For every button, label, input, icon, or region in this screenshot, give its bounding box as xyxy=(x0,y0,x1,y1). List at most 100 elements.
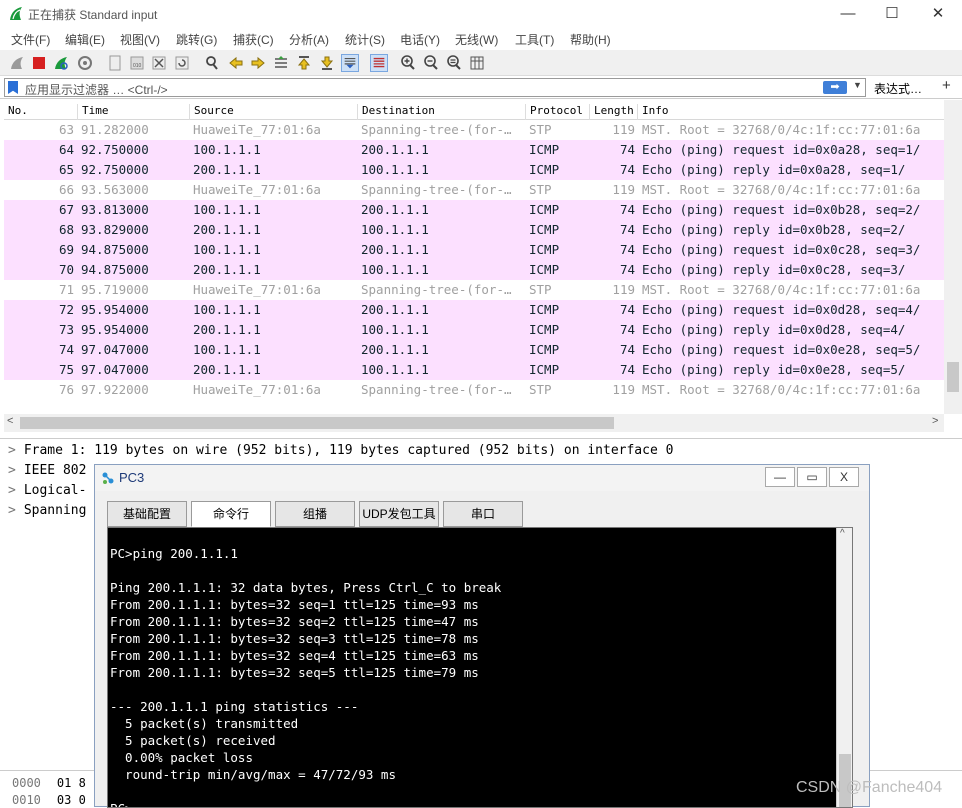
column-protocol[interactable]: Protocol xyxy=(525,104,583,120)
tab-udp-tool[interactable]: UDP发包工具 xyxy=(359,501,439,527)
packet-cell-no: 65 xyxy=(58,162,74,177)
pc3-close-button[interactable]: X xyxy=(829,467,859,487)
expression-button[interactable]: 表达式… xyxy=(874,80,922,97)
packet-cell-no: 76 xyxy=(58,382,74,397)
expand-chevron-icon[interactable]: > xyxy=(8,483,16,498)
close-button[interactable]: ✕ xyxy=(924,4,952,24)
scroll-thumb[interactable] xyxy=(20,417,614,429)
menu-tools[interactable]: 工具(T) xyxy=(515,31,554,48)
detail-stp[interactable]: > Spanning xyxy=(8,501,86,521)
scroll-up-icon[interactable]: ^ xyxy=(840,528,845,539)
minimize-button[interactable]: — xyxy=(834,4,862,24)
packet-row[interactable]: 76 97.922000 HuaweiTe_77:01:6a Spanning-tre… xyxy=(4,380,944,400)
menu-file[interactable]: 文件(F) xyxy=(11,31,50,48)
restart-capture-icon[interactable] xyxy=(52,54,70,72)
scroll-thumb[interactable] xyxy=(947,362,959,392)
menu-wireless[interactable]: 无线(W) xyxy=(455,31,498,48)
display-filter-input[interactable]: 应用显示过滤器 … <Ctrl-/> ➡ ▼ xyxy=(4,78,866,97)
packet-row[interactable]: 67 93.813000 100.1.1.1 200.1.1.1 ICMP 74 Echo … xyxy=(4,200,944,220)
packet-row[interactable]: 68 93.829000 200.1.1.1 100.1.1.1 ICMP 74 Echo … xyxy=(4,220,944,240)
column-no[interactable]: No. xyxy=(4,104,28,120)
colorize-icon[interactable] xyxy=(370,54,388,72)
packet-list-vscrollbar[interactable] xyxy=(944,100,962,414)
column-source[interactable]: Source xyxy=(189,104,234,120)
maximize-button[interactable]: ☐ xyxy=(878,4,906,24)
packet-cell-len: 74 xyxy=(619,142,635,157)
packet-cell-dst: 100.1.1.1 xyxy=(361,222,429,237)
detail-frame[interactable]: > Frame 1: 119 bytes on wire (952 bits), … xyxy=(8,441,673,461)
tab-basic-config[interactable]: 基础配置 xyxy=(107,501,187,527)
menu-statistics[interactable]: 统计(S) xyxy=(345,31,385,48)
packet-row[interactable]: 75 97.047000 200.1.1.1 100.1.1.1 ICMP 74 Echo … xyxy=(4,360,944,380)
packet-row[interactable]: 74 97.047000 100.1.1.1 200.1.1.1 ICMP 74 Echo … xyxy=(4,340,944,360)
column-time[interactable]: Time xyxy=(77,104,109,120)
zoom-out-icon[interactable] xyxy=(422,54,440,72)
find-packet-icon[interactable] xyxy=(203,54,221,72)
go-first-packet-icon[interactable] xyxy=(295,54,313,72)
packet-cell-info: Echo (ping) request id=0x0e28, seq=5/ xyxy=(642,342,921,357)
apply-filter-button[interactable]: ➡ xyxy=(823,81,847,94)
packet-cell-info: Echo (ping) reply id=0x0c28, seq=3/ xyxy=(642,262,906,277)
zoom-in-icon[interactable] xyxy=(399,54,417,72)
pc3-title-bar[interactable]: PC3 — ▭ X xyxy=(95,465,869,491)
packet-row[interactable]: 73 95.954000 200.1.1.1 100.1.1.1 ICMP 74 Echo … xyxy=(4,320,944,340)
packet-cell-len: 74 xyxy=(619,202,635,217)
start-capture-icon[interactable] xyxy=(8,54,26,72)
reload-file-icon[interactable] xyxy=(173,54,191,72)
resize-columns-icon[interactable] xyxy=(468,54,486,72)
packet-row[interactable]: 70 94.875000 200.1.1.1 100.1.1.1 ICMP 74 Echo … xyxy=(4,260,944,280)
packet-cell-proto: ICMP xyxy=(529,222,560,237)
capture-options-icon[interactable] xyxy=(76,54,94,72)
zoom-reset-icon[interactable] xyxy=(445,54,463,72)
column-destination[interactable]: Destination xyxy=(357,104,435,120)
menu-capture[interactable]: 捕获(C) xyxy=(233,31,274,48)
packet-row[interactable]: 63 91.282000 HuaweiTe_77:01:6a Spanning-tre… xyxy=(4,120,944,140)
packet-row[interactable]: 65 92.750000 200.1.1.1 100.1.1.1 ICMP 74 Echo … xyxy=(4,160,944,180)
packet-row[interactable]: 71 95.719000 HuaweiTe_77:01:6a Spanning-tre… xyxy=(4,280,944,300)
go-to-packet-icon[interactable] xyxy=(272,54,290,72)
column-info[interactable]: Info xyxy=(637,104,669,120)
autoscroll-icon[interactable] xyxy=(341,54,359,72)
menu-analyze[interactable]: 分析(A) xyxy=(289,31,329,48)
tab-multicast[interactable]: 组播 xyxy=(275,501,355,527)
packet-row[interactable]: 64 92.750000 100.1.1.1 200.1.1.1 ICMP 74 Echo … xyxy=(4,140,944,160)
menu-telephony[interactable]: 电话(Y) xyxy=(400,31,440,48)
go-last-packet-icon[interactable] xyxy=(318,54,336,72)
packet-row[interactable]: 66 93.563000 HuaweiTe_77:01:6a Spanning-tre… xyxy=(4,180,944,200)
command-line-terminal[interactable]: PC>ping 200.1.1.1 Ping 200.1.1.1: 32 dat… xyxy=(107,527,853,808)
detail-llc[interactable]: > Logical- xyxy=(8,481,86,501)
column-length[interactable]: Length xyxy=(589,104,634,120)
tab-serial-port[interactable]: 串口 xyxy=(443,501,523,527)
expand-chevron-icon[interactable]: > xyxy=(8,463,16,478)
packet-list-hscrollbar[interactable]: < > xyxy=(4,414,944,432)
save-file-icon[interactable]: 010 xyxy=(128,54,146,72)
terminal-scrollbar[interactable]: ^ xyxy=(836,528,852,807)
menu-edit[interactable]: 编辑(E) xyxy=(65,31,105,48)
menu-go[interactable]: 跳转(G) xyxy=(176,31,217,48)
stop-capture-icon[interactable] xyxy=(30,54,48,72)
menu-view[interactable]: 视图(V) xyxy=(120,31,160,48)
packet-cell-len: 119 xyxy=(612,282,635,297)
bookmark-icon[interactable] xyxy=(8,81,18,94)
pc3-minimize-button[interactable]: — xyxy=(765,467,795,487)
go-back-icon[interactable] xyxy=(227,54,245,72)
menu-help[interactable]: 帮助(H) xyxy=(570,31,611,48)
add-filter-button[interactable]: + xyxy=(942,77,951,94)
expand-chevron-icon[interactable]: > xyxy=(8,503,16,518)
detail-ieee8023[interactable]: > IEEE 802 xyxy=(8,461,86,481)
go-forward-icon[interactable] xyxy=(249,54,267,72)
tab-command-line[interactable]: 命令行 xyxy=(191,501,271,527)
filter-history-dropdown[interactable]: ▼ xyxy=(853,80,862,90)
expand-chevron-icon[interactable]: > xyxy=(8,443,16,458)
packet-cell-src: HuaweiTe_77:01:6a xyxy=(193,282,321,297)
scroll-right-icon[interactable]: > xyxy=(932,415,938,427)
svg-text:010: 010 xyxy=(133,63,142,69)
packet-cell-info: Echo (ping) reply id=0x0e28, seq=5/ xyxy=(642,362,906,377)
packet-row[interactable]: 72 95.954000 100.1.1.1 200.1.1.1 ICMP 74 Echo … xyxy=(4,300,944,320)
scroll-left-icon[interactable]: < xyxy=(7,415,13,427)
packet-row[interactable]: 69 94.875000 100.1.1.1 200.1.1.1 ICMP 74 Echo … xyxy=(4,240,944,260)
pc3-maximize-button[interactable]: ▭ xyxy=(797,467,827,487)
packet-cell-proto: STP xyxy=(529,382,552,397)
close-file-icon[interactable] xyxy=(150,54,168,72)
open-file-icon[interactable] xyxy=(106,54,124,72)
